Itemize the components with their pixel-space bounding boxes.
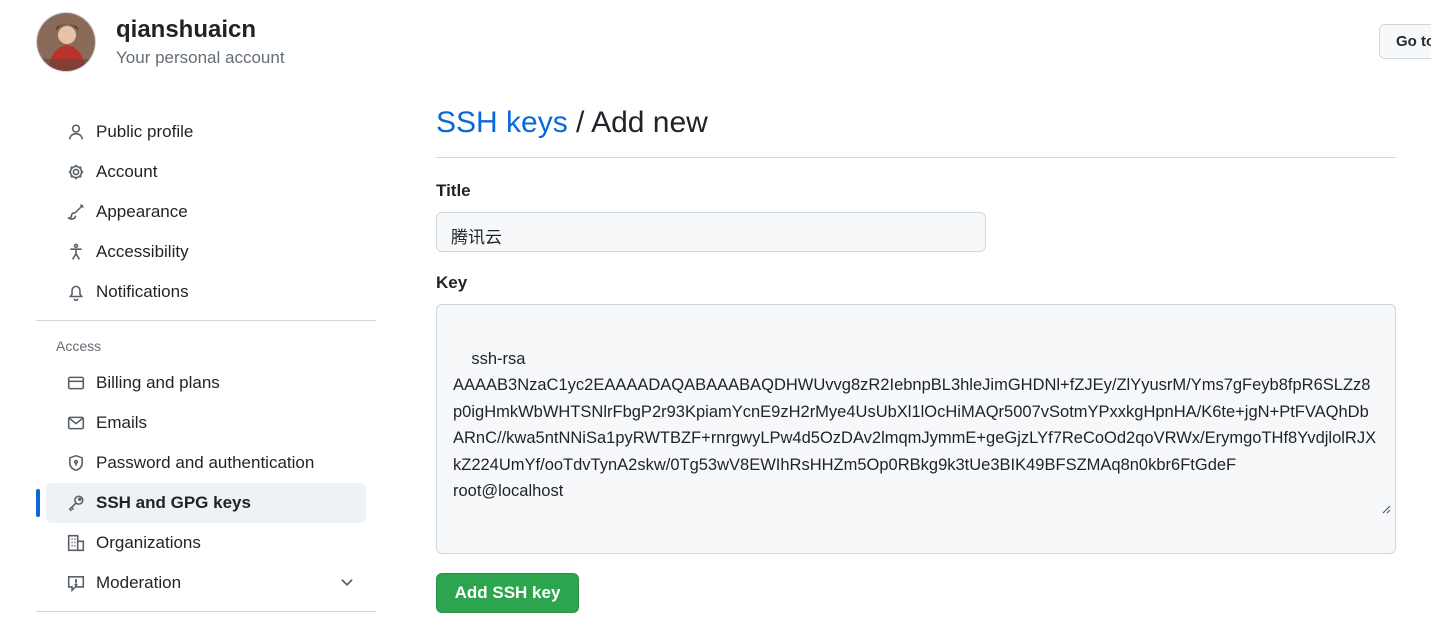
breadcrumb-ssh-keys-link[interactable]: SSH keys <box>436 106 568 139</box>
sidebar-item-organizations[interactable]: Organizations <box>46 523 366 563</box>
sidebar-item-label: Password and authentication <box>96 453 315 472</box>
key-textarea[interactable]: ssh-rsa AAAAB3NzaC1yc2EAAAADAQABAAABAQDH… <box>436 304 1396 554</box>
sidebar-item-label: Organizations <box>96 533 201 552</box>
credit-card-icon <box>66 373 86 393</box>
sidebar-item-label: Moderation <box>96 573 182 592</box>
person-icon <box>66 122 86 142</box>
go-to-profile-button[interactable]: Go to <box>1379 24 1431 59</box>
sidebar-item-label: SSH and GPG keys <box>96 493 251 512</box>
paintbrush-icon <box>66 202 86 222</box>
sidebar-item-billing[interactable]: Billing and plans <box>46 363 366 403</box>
sidebar-item-label: Appearance <box>96 202 188 221</box>
avatar[interactable] <box>36 12 96 72</box>
title-input[interactable]: 腾讯云 <box>436 212 986 252</box>
add-ssh-key-button[interactable]: Add SSH key <box>436 573 579 613</box>
bell-icon <box>66 282 86 302</box>
sidebar-item-label: Accessibility <box>96 242 189 261</box>
title-label: Title <box>436 181 471 200</box>
sidebar-item-label: Emails <box>96 413 148 432</box>
breadcrumb-separator: / <box>567 106 592 139</box>
page-title-text: Add new <box>591 106 708 139</box>
settings-sidebar: Public profile Account Appearance Access… <box>36 112 376 620</box>
report-icon <box>66 573 86 593</box>
sidebar-item-ssh-gpg-keys[interactable]: SSH and GPG keys <box>36 483 366 523</box>
shield-lock-icon <box>66 453 86 473</box>
sidebar-item-account[interactable]: Account <box>46 152 366 192</box>
sidebar-item-appearance[interactable]: Appearance <box>46 192 366 232</box>
page-title: SSH keys / Add new <box>436 106 1396 158</box>
sidebar-item-label: Account <box>96 162 158 181</box>
sidebar-item-label: Billing and plans <box>96 373 220 392</box>
sidebar-section-access: Access <box>56 338 102 354</box>
gear-icon <box>66 162 86 182</box>
sidebar-item-label: Notifications <box>96 282 189 301</box>
sidebar-divider <box>36 611 376 612</box>
sidebar-item-public-profile[interactable]: Public profile <box>46 112 366 152</box>
sidebar-item-label: Public profile <box>96 122 194 141</box>
mail-icon <box>66 413 86 433</box>
key-label: Key <box>436 273 468 292</box>
accessibility-icon <box>66 242 86 262</box>
sidebar-item-password-auth[interactable]: Password and authentication <box>46 443 366 483</box>
account-username: qianshuaicn <box>116 16 257 43</box>
resize-handle-icon[interactable] <box>1353 470 1391 550</box>
organization-icon <box>66 533 86 553</box>
key-textarea-value: ssh-rsa AAAAB3NzaC1yc2EAAAADAQABAAABAQDH… <box>453 349 1377 501</box>
chevron-down-icon[interactable] <box>338 573 356 596</box>
sidebar-divider <box>36 320 376 321</box>
sidebar-item-accessibility[interactable]: Accessibility <box>46 232 366 272</box>
sidebar-item-notifications[interactable]: Notifications <box>46 272 366 312</box>
account-subtitle: Your personal account <box>116 48 285 67</box>
key-icon <box>66 493 86 513</box>
add-ssh-key-form: SSH keys / Add new Title 腾讯云 Key ssh-rsa… <box>436 106 1396 613</box>
sidebar-item-emails[interactable]: Emails <box>46 403 366 443</box>
sidebar-item-moderation[interactable]: Moderation <box>46 563 366 603</box>
